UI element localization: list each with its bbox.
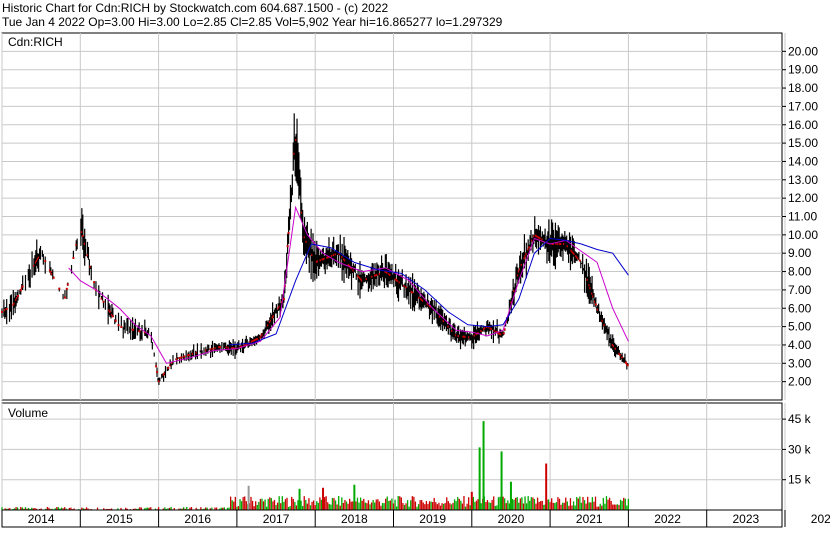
price-dot bbox=[155, 365, 158, 368]
price-tick-label: 11.00 bbox=[788, 210, 817, 224]
volume-tick-label: 45 k bbox=[788, 412, 812, 426]
price-dot bbox=[120, 326, 123, 329]
price-dot bbox=[594, 303, 597, 306]
price-tick-label: 2.00 bbox=[788, 375, 812, 389]
price-tick-label: 3.00 bbox=[788, 356, 812, 370]
year-label: 2014 bbox=[28, 512, 55, 526]
price-dot bbox=[626, 364, 629, 367]
price-dot bbox=[72, 256, 75, 259]
year-label: 2018 bbox=[341, 512, 368, 526]
stock-chart: 2.00 3.00 4.00 5.00 6.00 7.00 8.00 9.00 10.00 11.… bbox=[1, 32, 830, 528]
price-dot bbox=[287, 232, 290, 235]
price-dot bbox=[111, 315, 114, 318]
year-label: 2016 bbox=[184, 512, 211, 526]
price-dot bbox=[180, 356, 183, 359]
year-label: 2024 bbox=[811, 512, 830, 526]
price-tick-label: 20.00 bbox=[788, 44, 818, 58]
price-tick-label: 4.00 bbox=[788, 338, 812, 352]
price-tick-label: 13.00 bbox=[788, 173, 818, 187]
price-dot bbox=[19, 289, 22, 292]
price-dot bbox=[21, 285, 24, 288]
price-tick-label: 6.00 bbox=[788, 301, 812, 315]
price-dot bbox=[523, 257, 526, 260]
price-dot bbox=[286, 245, 289, 248]
price-dot bbox=[63, 296, 66, 299]
year-label: 2023 bbox=[732, 512, 759, 526]
price-dot bbox=[44, 260, 47, 263]
price-dot bbox=[65, 287, 68, 290]
price-tick-label: 9.00 bbox=[788, 246, 812, 260]
price-tick-label: 19.00 bbox=[788, 63, 818, 77]
price-tick-label: 17.00 bbox=[788, 99, 818, 113]
price-dot bbox=[502, 332, 505, 335]
price-dot bbox=[167, 366, 170, 369]
price-tick-label: 12.00 bbox=[788, 191, 818, 205]
price-tick-label: 15.00 bbox=[788, 136, 818, 150]
volume-panel: 15 k 30 k 45 k Volume bbox=[1, 402, 812, 511]
price-dot bbox=[16, 294, 19, 297]
price-dot bbox=[156, 371, 159, 374]
price-tick-label: 16.00 bbox=[788, 118, 818, 132]
year-label: 2021 bbox=[576, 512, 603, 526]
price-dot bbox=[117, 324, 120, 327]
price-dot bbox=[58, 287, 61, 290]
price-panel: 2.00 3.00 4.00 5.00 6.00 7.00 8.00 9.00 10.00 11.… bbox=[1, 32, 818, 401]
price-tick-label: 10.00 bbox=[788, 228, 818, 242]
price-dot bbox=[52, 276, 55, 279]
price-dot bbox=[5, 307, 8, 310]
price-tick-label: 5.00 bbox=[788, 320, 812, 334]
price-tick-label: 7.00 bbox=[788, 283, 812, 297]
volume-tick-label: 15 k bbox=[788, 473, 812, 487]
price-dot bbox=[102, 300, 105, 303]
price-dot bbox=[178, 356, 181, 359]
price-dot bbox=[93, 281, 96, 284]
year-label: 2022 bbox=[654, 512, 681, 526]
year-axis: 2014 2015 2016 2017 2018 2019 2020 2021 2022 2023… bbox=[1, 509, 830, 528]
price-panel-title: Cdn:RICH bbox=[8, 35, 63, 49]
price-dot bbox=[66, 283, 69, 286]
price-dot bbox=[183, 355, 186, 358]
volume-tick-label: 30 k bbox=[788, 442, 812, 456]
year-label: 2020 bbox=[498, 512, 525, 526]
price-dot bbox=[1, 310, 3, 313]
price-dot bbox=[187, 354, 190, 357]
year-label: 2019 bbox=[419, 512, 446, 526]
year-label: 2017 bbox=[263, 512, 290, 526]
price-tick-label: 8.00 bbox=[788, 265, 812, 279]
price-dot bbox=[211, 347, 214, 350]
volume-panel-title: Volume bbox=[8, 406, 48, 420]
price-tick-label: 18.00 bbox=[788, 81, 818, 95]
price-dot bbox=[218, 346, 221, 349]
price-tick-label: 14.00 bbox=[788, 154, 818, 168]
year-label: 2015 bbox=[106, 512, 133, 526]
price-dot bbox=[114, 319, 117, 322]
